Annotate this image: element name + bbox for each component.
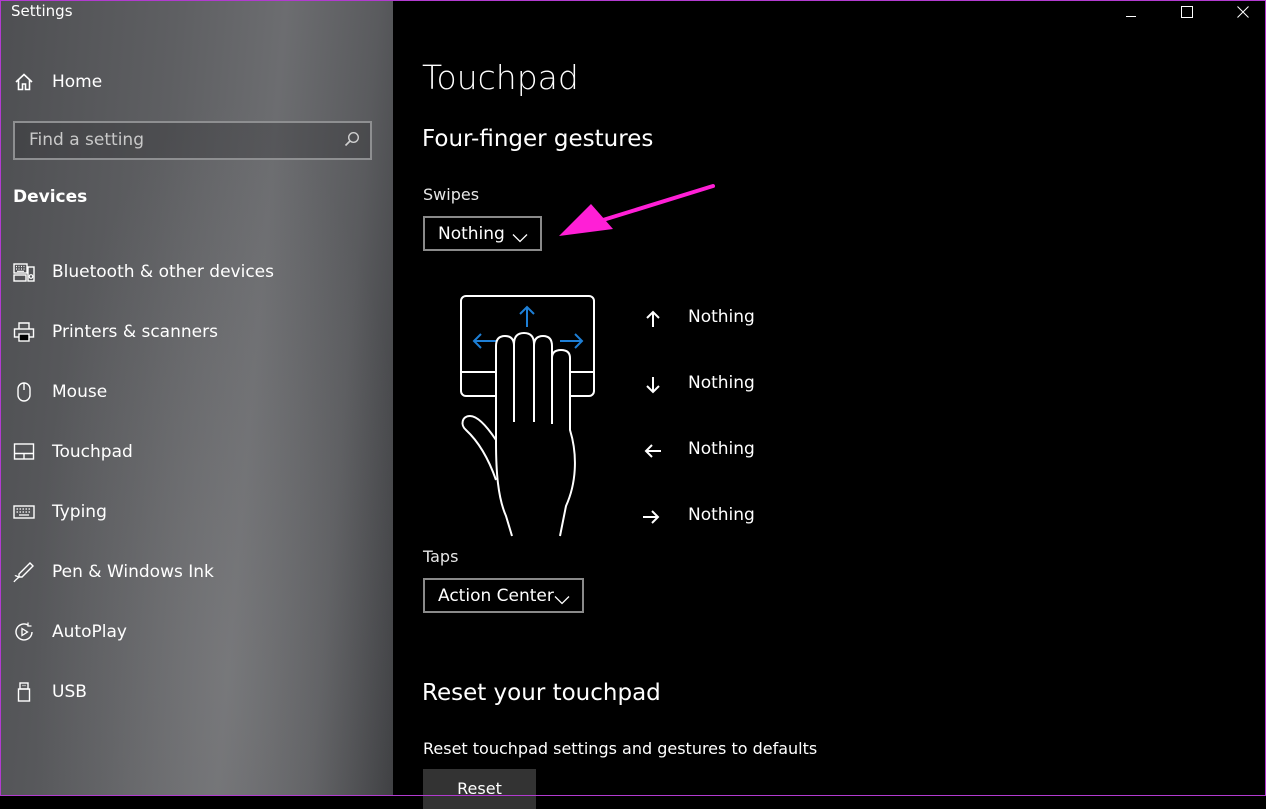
gesture-row-up: Nothing — [640, 305, 840, 333]
search-icon — [344, 131, 360, 151]
sidebar-item-pen[interactable]: Pen & Windows Ink — [0, 552, 393, 592]
maximize-button[interactable] — [1164, 0, 1210, 24]
taps-value: Action Center — [438, 585, 554, 606]
minimize-button[interactable] — [1108, 0, 1154, 24]
reset-button[interactable]: Reset — [423, 769, 536, 809]
search-input[interactable]: Find a setting — [13, 121, 372, 160]
sidebar-item-label: Mouse — [52, 382, 108, 402]
sidebar-item-printers[interactable]: Printers & scanners — [0, 312, 393, 352]
sidebar-item-label: Typing — [52, 502, 107, 522]
swipes-label: Swipes — [423, 185, 480, 204]
sidebar-item-typing[interactable]: Typing — [0, 492, 393, 532]
annotation-arrow-icon — [559, 184, 715, 236]
maximize-icon — [1181, 6, 1193, 18]
gesture-right-value: Nothing — [688, 505, 755, 525]
keyboard-icon — [13, 501, 35, 523]
touchpad-icon — [13, 441, 35, 463]
sidebar-item-usb[interactable]: USB — [0, 672, 393, 712]
sidebar-item-home[interactable]: Home — [0, 62, 393, 102]
mouse-icon — [13, 381, 35, 403]
sidebar: Settings Home Find a setting Devices Blu… — [0, 0, 393, 796]
hand-gesture-illustration — [460, 295, 595, 537]
sidebar-item-label: Printers & scanners — [52, 322, 218, 342]
arrow-right-icon — [640, 505, 664, 533]
home-icon — [13, 71, 35, 93]
reset-heading: Reset your touchpad — [422, 680, 661, 706]
chevron-down-icon — [554, 590, 570, 609]
gesture-row-right: Nothing — [640, 503, 840, 531]
minimize-icon — [1126, 16, 1136, 17]
sidebar-item-autoplay[interactable]: AutoPlay — [0, 612, 393, 652]
gesture-left-value: Nothing — [688, 439, 755, 459]
sidebar-item-label: Touchpad — [52, 442, 133, 462]
reset-description: Reset touchpad settings and gestures to … — [423, 739, 818, 758]
arrow-down-icon — [640, 373, 664, 401]
close-button[interactable] — [1220, 0, 1266, 24]
gesture-up-value: Nothing — [688, 307, 755, 327]
sidebar-item-label: AutoPlay — [52, 622, 127, 642]
chevron-down-icon — [512, 228, 528, 247]
gesture-row-left: Nothing — [640, 437, 840, 465]
gesture-down-value: Nothing — [688, 373, 755, 393]
printer-icon — [13, 321, 35, 343]
sidebar-item-label: Bluetooth & other devices — [52, 262, 274, 282]
sidebar-item-touchpad[interactable]: Touchpad — [0, 432, 393, 472]
usb-icon — [13, 681, 35, 703]
pen-icon — [13, 561, 35, 583]
taps-dropdown[interactable]: Action Center — [423, 578, 584, 613]
page-title: Touchpad — [422, 58, 579, 97]
bluetooth-devices-icon — [13, 261, 35, 283]
arrow-up-icon — [640, 307, 664, 335]
sidebar-item-label: Home — [52, 72, 103, 92]
autoplay-icon — [13, 621, 35, 643]
search-placeholder: Find a setting — [29, 130, 144, 150]
sidebar-item-label: Pen & Windows Ink — [52, 562, 214, 582]
sidebar-item-label: USB — [52, 682, 87, 702]
swipes-value: Nothing — [438, 223, 505, 244]
arrow-left-icon — [640, 439, 664, 467]
close-icon — [1237, 6, 1249, 18]
sidebar-item-mouse[interactable]: Mouse — [0, 372, 393, 412]
swipes-dropdown[interactable]: Nothing — [423, 216, 542, 251]
gesture-row-down: Nothing — [640, 371, 840, 399]
section-heading: Four-finger gestures — [422, 126, 654, 152]
sidebar-item-bluetooth[interactable]: Bluetooth & other devices — [0, 252, 393, 292]
sidebar-section-heading: Devices — [13, 187, 88, 207]
taps-label: Taps — [423, 547, 459, 566]
window-title: Settings — [11, 2, 73, 20]
